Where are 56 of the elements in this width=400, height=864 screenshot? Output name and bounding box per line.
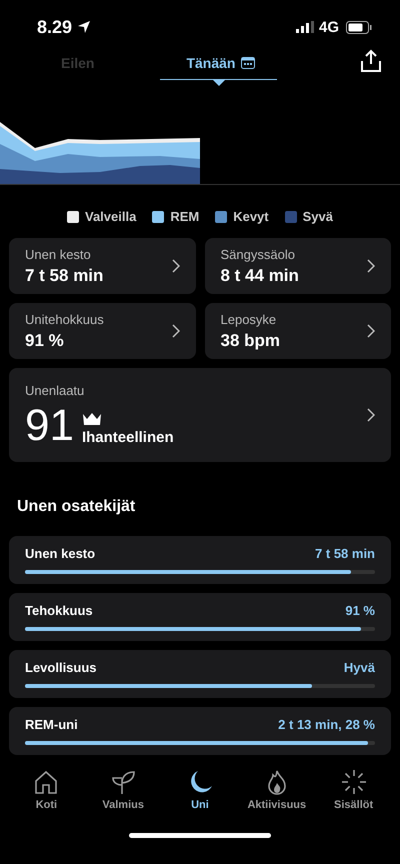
battery-icon	[346, 20, 372, 34]
contributor-card[interactable]: Unen kesto 7 t 58 min	[9, 536, 391, 584]
nav-tab[interactable]: Uni	[164, 769, 236, 811]
contributor-card[interactable]: Levollisuus Hyvä	[9, 650, 391, 698]
share-icon[interactable]	[360, 49, 382, 73]
legend-label: Valveilla	[84, 209, 136, 224]
contributor-label: Levollisuus	[25, 660, 97, 675]
contributor-label: REM-uni	[25, 717, 78, 732]
metric-label: Sängyssäolo	[220, 246, 296, 262]
chevron-icon	[367, 259, 375, 273]
metric-value: 8 t 44 min	[220, 266, 299, 286]
metric-card[interactable]: Unitehokkuus 91 %	[9, 303, 196, 359]
quality-card[interactable]: Unenlaatu 91 Ihanteellinen	[9, 368, 391, 462]
contributor-label: Tehokkuus	[25, 603, 93, 618]
contributor-value: 2 t 13 min, 28 %	[278, 717, 375, 732]
crown-icon	[82, 412, 102, 424]
contributor-value: Hyvä	[344, 660, 375, 675]
contributor-label: Unen kesto	[25, 546, 96, 561]
quality-rating: Ihanteellinen	[82, 428, 174, 446]
contributor-card[interactable]: Tehokkuus 91 %	[9, 593, 391, 641]
location-icon	[77, 20, 92, 34]
nav-tab[interactable]: Sisällöt	[318, 769, 390, 811]
selection-pointer	[212, 80, 225, 86]
chevron-icon	[172, 259, 180, 273]
metric-value: 91 %	[25, 330, 65, 350]
metric-label: Unen kesto	[25, 246, 92, 262]
day-tab[interactable]: Tänään	[160, 46, 278, 80]
nav-tab[interactable]: Valmius	[87, 769, 160, 811]
metric-card[interactable]: Leposyke 38 bpm	[204, 303, 391, 359]
metric-value: 7 t 58 min	[25, 266, 104, 286]
nav-tab[interactable]: Aktiivisuus	[240, 769, 313, 811]
chevron-icon	[367, 408, 375, 422]
metric-card[interactable]: Unen kesto 7 t 58 min	[9, 238, 196, 294]
contributor-card[interactable]: REM-uni 2 t 13 min, 28 %	[9, 707, 391, 755]
quality-score: 91	[25, 404, 74, 448]
signal-icon	[296, 21, 314, 33]
network-label: 4G	[318, 18, 339, 36]
burst-icon	[340, 769, 367, 795]
contributor-value: 7 t 58 min	[315, 546, 375, 561]
status-time: 8.29	[37, 16, 72, 38]
metric-card[interactable]: Sängyssäolo 8 t 44 min	[204, 238, 391, 294]
legend-label: REM	[170, 209, 200, 224]
calendar-icon	[241, 56, 256, 69]
chevron-icon	[172, 324, 180, 338]
legend-label: Kevyt	[233, 209, 269, 224]
metric-label: Leposyke	[220, 312, 278, 326]
section-heading: Unen osatekijät	[17, 498, 136, 516]
chevron-icon	[367, 324, 375, 338]
home-icon	[33, 769, 60, 795]
metric-label: Unitehokkuus	[25, 312, 104, 326]
legend-label: Syvä	[302, 209, 333, 224]
contributor-value: 91 %	[345, 603, 375, 618]
metric-value: 38 bpm	[220, 330, 280, 350]
sprout-icon	[110, 769, 136, 795]
quality-label: Unenlaatu	[25, 382, 86, 398]
nav-tab[interactable]: Koti	[10, 769, 82, 811]
